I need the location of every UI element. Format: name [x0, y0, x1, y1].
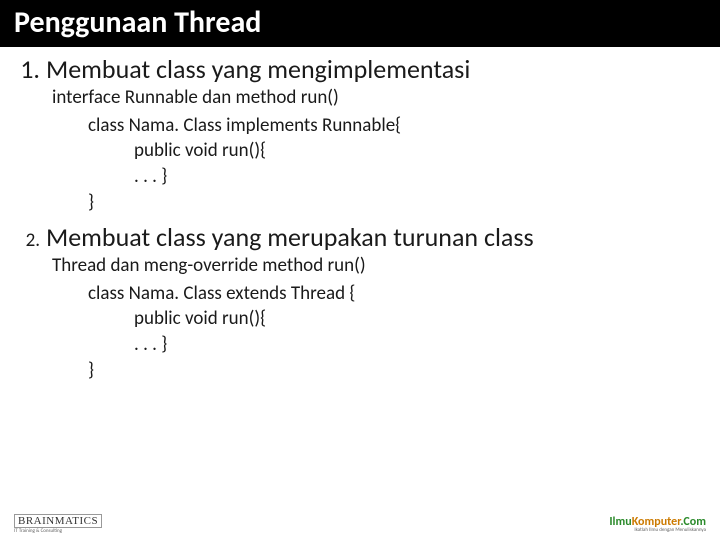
ik-subtext: Ikatlah Ilmu dengan Menuliskannya: [634, 528, 706, 533]
list-number-1: 1.: [10, 53, 46, 85]
item1-code-line2: public void run(){: [10, 138, 710, 164]
logo-brainmatics: BRAINMATICS IT Training & Consulting: [14, 514, 102, 534]
item1-code-line3: . . . }: [10, 164, 710, 190]
item2-heading: Membuat class yang merupakan turunan cla…: [46, 223, 534, 253]
item2-subtext: Thread dan meng-override method run(): [10, 253, 710, 279]
slide-title: Penggunaan Thread: [0, 0, 720, 47]
slide-body: 1. Membuat class yang mengimplementasi i…: [0, 47, 720, 383]
item1-code-line4: }: [10, 190, 710, 216]
item2-code-line2: public void run(){: [10, 306, 710, 332]
brainmatics-subtext: IT Training & Consulting: [14, 528, 62, 534]
item2-code-line1: class Nama. Class extends Thread {: [10, 281, 710, 307]
item1-code-line1: class Nama. Class implements Runnable{: [10, 113, 710, 139]
list-number-2: 2.: [10, 229, 46, 252]
ik-ilmu: Ilmu: [609, 515, 631, 529]
brainmatics-text: BRAINMATICS: [14, 514, 102, 528]
item1-heading: Membuat class yang mengimplementasi: [46, 55, 470, 85]
logo-ilmukomputer: IlmuKomputer.Com Ikatlah Ilmu dengan Men…: [609, 516, 706, 533]
item2-code-line4: }: [10, 358, 710, 384]
item2-code-line3: . . . }: [10, 332, 710, 358]
item1-subtext: interface Runnable dan method run(): [10, 85, 710, 111]
slide-footer: BRAINMATICS IT Training & Consulting Ilm…: [0, 514, 720, 534]
